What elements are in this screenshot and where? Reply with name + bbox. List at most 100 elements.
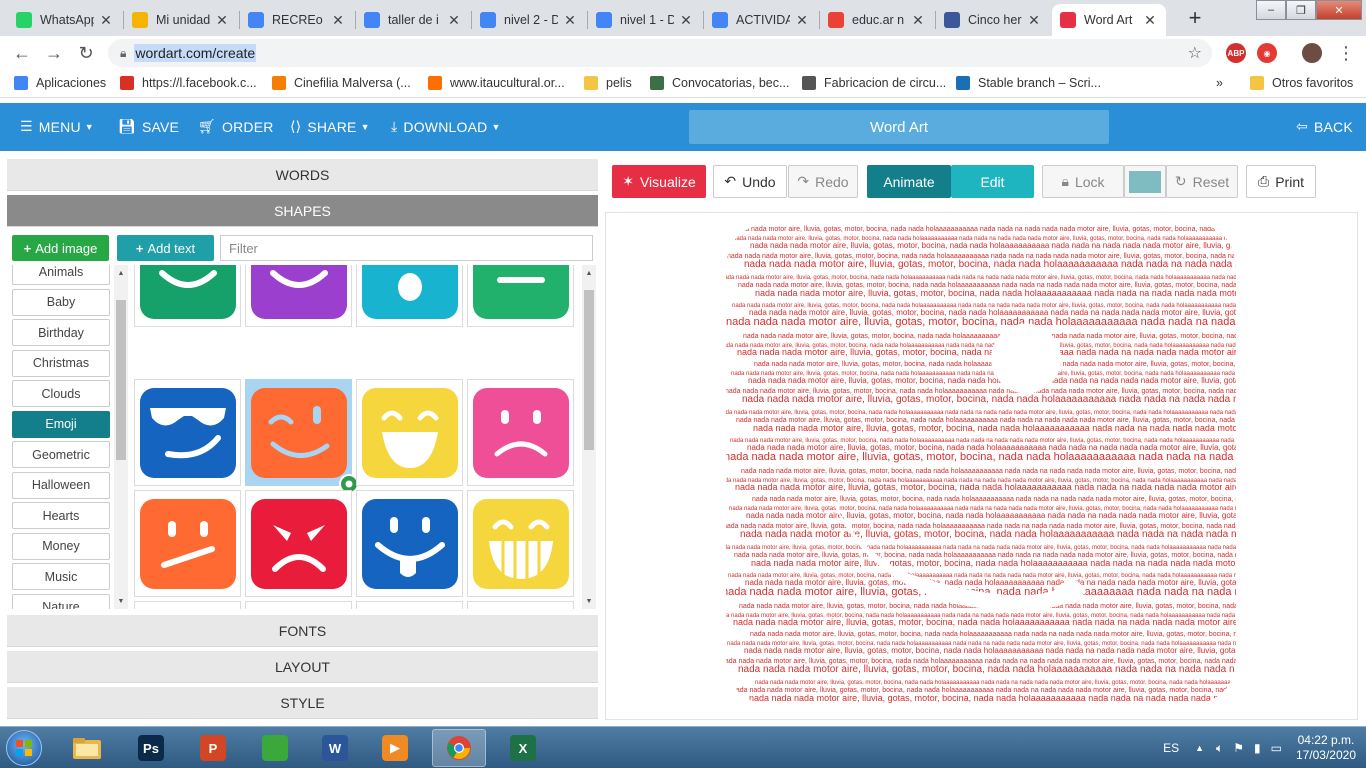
taskbar-explorer[interactable] (60, 729, 114, 767)
filter-input[interactable] (220, 235, 593, 261)
menu-button[interactable]: ☰ MENU ▼ (20, 118, 94, 135)
close-tab-icon[interactable]: ✕ (1026, 12, 1042, 29)
share-button[interactable]: ⟨⟩ SHARE ▼ (290, 118, 370, 135)
profile-avatar[interactable] (1302, 43, 1322, 63)
browser-tab[interactable]: nivel 1 - D ✕ (588, 4, 702, 36)
category-item-music[interactable]: Music (12, 563, 110, 590)
scroll-down-icon[interactable]: ▼ (582, 595, 596, 607)
browser-tab[interactable]: Word Art ✕ (1052, 4, 1166, 36)
bookmark-item[interactable]: Aplicaciones (14, 76, 106, 90)
category-item-emoji[interactable]: Emoji (12, 410, 110, 438)
show-hidden-icons[interactable]: ▲ (1195, 743, 1204, 753)
taskbar-powerpoint[interactable]: P (186, 729, 240, 767)
power-icon[interactable]: ▭ (1271, 741, 1282, 755)
animate-button[interactable]: Animate (867, 165, 951, 198)
bookmark-item[interactable]: Stable branch – Scri... (956, 76, 1101, 90)
url-text[interactable]: wordart.com/create (134, 44, 257, 62)
shape-grin-purple[interactable] (245, 265, 352, 327)
scroll-up-icon[interactable]: ▲ (114, 267, 128, 279)
bookmark-item[interactable]: www.itaucultural.or... (428, 76, 565, 90)
scroll-down-icon[interactable]: ▼ (114, 595, 128, 607)
shape-partial[interactable] (356, 601, 463, 609)
close-tab-icon[interactable]: ✕ (562, 12, 578, 29)
section-layout[interactable]: LAYOUT (7, 651, 598, 683)
category-item-clouds[interactable]: Clouds (12, 380, 110, 407)
reload-icon[interactable]: ↻ (74, 41, 98, 65)
color-swatch-button[interactable] (1124, 165, 1166, 198)
close-window-button[interactable]: ✕ (1316, 0, 1362, 20)
adblock-extension-icon[interactable]: ABP (1226, 43, 1246, 63)
shape-big-grin-yellow[interactable] (467, 490, 574, 597)
redo-button[interactable]: ↷ Redo (788, 165, 858, 198)
minimize-button[interactable]: – (1256, 0, 1286, 20)
browser-tab[interactable]: taller de i ✕ (356, 4, 470, 36)
taskbar-greenshot[interactable] (248, 729, 302, 767)
undo-button[interactable]: ↶ Undo (713, 165, 787, 198)
category-item-hearts[interactable]: Hearts (12, 502, 110, 529)
browser-tab[interactable]: WhatsApp ✕ (8, 4, 122, 36)
close-tab-icon[interactable]: ✕ (446, 12, 462, 29)
category-item-christmas[interactable]: Christmas (12, 349, 110, 377)
scroll-thumb[interactable] (116, 300, 126, 460)
extension-icon[interactable]: ◉ (1257, 43, 1277, 63)
wordart-canvas[interactable]: nada nada nada motor aire, lluvia, gotas… (605, 212, 1358, 720)
edit-button[interactable]: Edit (951, 165, 1034, 198)
category-item-birthday[interactable]: Birthday (12, 319, 110, 346)
category-item-halloween[interactable]: Halloween (12, 471, 110, 499)
browser-tab[interactable]: ACTIVIDA ✕ (704, 4, 818, 36)
artwork-title-field[interactable]: Word Art (689, 110, 1109, 144)
scroll-up-icon[interactable]: ▲ (582, 267, 596, 279)
category-item-geometric[interactable]: Geometric (12, 441, 110, 468)
other-bookmarks-folder[interactable]: Otros favoritos (1250, 76, 1353, 90)
browser-tab[interactable]: educ.ar n ✕ (820, 4, 934, 36)
bookmark-item[interactable]: https://l.facebook.c... (120, 76, 257, 90)
taskbar-excel[interactable]: X (496, 729, 550, 767)
lock-button[interactable]: 🔒︎ Lock (1042, 165, 1124, 198)
add-text-button[interactable]: + Add text (117, 235, 214, 261)
close-tab-icon[interactable]: ✕ (214, 12, 230, 29)
save-button[interactable]: 💾︎ SAVE (118, 118, 179, 135)
shape-partial[interactable] (134, 601, 241, 609)
shape-sunglasses-blue[interactable] (134, 379, 241, 486)
section-words[interactable]: WORDS (7, 159, 598, 191)
shape-sad-pink[interactable] (467, 379, 574, 486)
bookmark-item[interactable]: Convocatorias, bec... (650, 76, 789, 90)
taskbar-photoshop[interactable]: Ps (124, 729, 178, 767)
download-button[interactable]: ⤓ DOWNLOAD ▼ (391, 118, 501, 135)
scroll-thumb[interactable] (584, 290, 594, 450)
taskbar-chrome[interactable] (432, 729, 486, 767)
shape-tongue-blue[interactable] (356, 490, 463, 597)
bookmark-star-icon[interactable]: ☆ (1188, 43, 1202, 63)
shape-grin-green[interactable] (134, 265, 241, 327)
close-tab-icon[interactable]: ✕ (910, 12, 926, 29)
section-style[interactable]: STYLE (7, 687, 598, 719)
section-fonts[interactable]: FONTS (7, 615, 598, 647)
shape-neutral-green[interactable] (467, 265, 574, 327)
section-shapes[interactable]: SHAPES (7, 195, 598, 227)
new-tab-button[interactable]: + (1182, 5, 1208, 31)
shape-happy-yellow[interactable] (356, 379, 463, 486)
taskbar-media[interactable]: ▶ (368, 729, 422, 767)
forward-arrow-icon[interactable]: → (42, 41, 66, 65)
browser-tab[interactable]: Mi unidad ✕ (124, 4, 238, 36)
close-tab-icon[interactable]: ✕ (794, 12, 810, 29)
bookmark-item[interactable]: Fabricacion de circu... (802, 76, 946, 90)
back-button[interactable]: ⇦ BACK (1296, 118, 1353, 135)
category-item-money[interactable]: Money (12, 532, 110, 560)
category-item-baby[interactable]: Baby (12, 288, 110, 316)
shape-grid-scrollbar[interactable]: ▲ ▼ (582, 265, 596, 609)
flag-icon[interactable]: ⚑ (1233, 741, 1244, 755)
close-tab-icon[interactable]: ✕ (330, 12, 346, 29)
print-button[interactable]: ⎙ Print (1246, 165, 1316, 198)
visualize-button[interactable]: ✶ Visualize (612, 165, 706, 198)
close-tab-icon[interactable]: ✕ (1142, 12, 1158, 29)
volume-icon[interactable]: 🔈︎ (1216, 741, 1223, 756)
network-icon[interactable]: ▮ (1254, 741, 1261, 755)
category-item-animals[interactable]: Animals (12, 265, 110, 285)
browser-tab[interactable]: RECREo - ✕ (240, 4, 354, 36)
browser-menu-icon[interactable]: ⋮ (1334, 41, 1358, 65)
close-tab-icon[interactable]: ✕ (98, 12, 114, 29)
url-field[interactable]: 🔒︎ wordart.com/create ☆ (108, 39, 1212, 67)
category-scrollbar[interactable]: ▲ ▼ (114, 265, 128, 609)
clock[interactable]: 04:22 p.m. 17/03/2020 (1296, 733, 1356, 763)
